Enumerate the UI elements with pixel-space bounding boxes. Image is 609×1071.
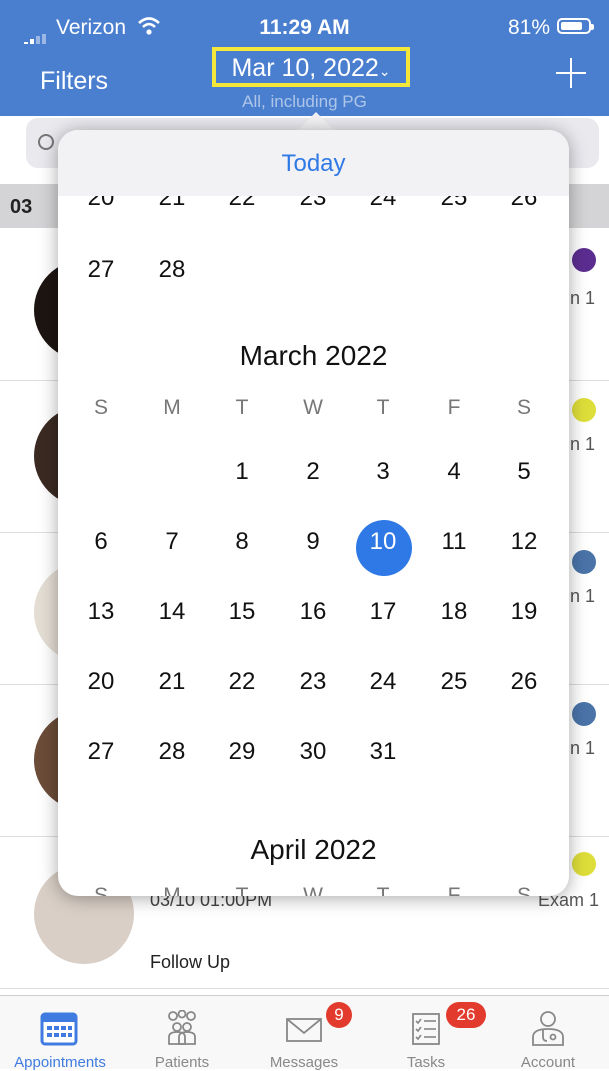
day-cell[interactable]: 12 [491, 528, 557, 556]
weekday-label: T [235, 884, 249, 896]
day-cell[interactable]: 22 [209, 668, 275, 696]
weekday-label: M [163, 396, 181, 419]
status-dot [572, 550, 596, 574]
month-title: March 2022 [239, 340, 388, 371]
day-cell[interactable]: 30 [280, 738, 346, 766]
calendar-icon [40, 1012, 78, 1046]
day-cell[interactable]: 4 [421, 458, 487, 486]
day-cell[interactable]: 25 [421, 668, 487, 696]
room-label: n 1 [570, 738, 596, 758]
weekday-label: S [516, 396, 531, 419]
day-cell[interactable]: 24 [350, 668, 416, 696]
month-title: April 2022 [250, 834, 377, 865]
day-cell[interactable]: 28 [139, 256, 205, 284]
weekday-label: T [376, 396, 390, 419]
weekday-label: S [93, 884, 108, 896]
day-cell[interactable]: 27 [68, 738, 134, 766]
tab-label: Appointments [14, 1054, 106, 1071]
weekday-label: F [447, 884, 461, 896]
appointment-type: Follow Up [150, 952, 231, 972]
day-cell[interactable]: 23 [280, 668, 346, 696]
battery-percent: 81% [508, 16, 551, 39]
day-cell[interactable]: 19 [491, 598, 557, 626]
day-cell[interactable]: 6 [68, 528, 134, 556]
tab-appointments[interactable]: Appointments [0, 996, 120, 1071]
weekday-label: T [235, 396, 249, 419]
day-cell[interactable]: 13 [68, 598, 134, 626]
day-cell[interactable]: 7 [139, 528, 205, 556]
tab-bar: Appointments Patients 9 Messages 26 Task… [0, 995, 609, 1071]
day-cell[interactable]: 8 [209, 528, 275, 556]
day-cell[interactable]: 20 [68, 668, 134, 696]
tab-patients[interactable]: Patients [122, 996, 242, 1071]
doctor-icon [532, 1011, 564, 1046]
tab-label: Tasks [406, 1054, 446, 1071]
tab-label: Messages [269, 1054, 339, 1071]
checklist-icon [412, 1013, 440, 1045]
weekday-label: W [303, 884, 323, 896]
status-dot [572, 702, 596, 726]
messages-badge: 9 [326, 1002, 352, 1028]
date-picker-button[interactable]: Mar 10, 2022⌄ [212, 47, 410, 87]
popover-arrow [298, 112, 334, 130]
weekday-label: S [516, 884, 531, 896]
tasks-badge: 26 [446, 1002, 486, 1028]
day-cell[interactable]: 10 [350, 528, 416, 556]
status-dot [572, 398, 596, 422]
battery-icon [557, 18, 594, 34]
section-label: 03 [10, 196, 33, 218]
date-label: Mar 10, 2022 [231, 54, 379, 82]
room-label: n 1 [570, 288, 596, 308]
day-cell[interactable]: 5 [491, 458, 557, 486]
weekday-label: M [163, 884, 181, 896]
day-cell[interactable]: 3 [350, 458, 416, 486]
day-cell[interactable]: 1 [209, 458, 275, 486]
day-cell[interactable]: 21 [139, 668, 205, 696]
weekday-label: T [376, 884, 390, 896]
weekday-label: S [93, 396, 108, 419]
patients-icon [168, 1010, 196, 1045]
chevron-down-icon: ⌄ [378, 63, 391, 79]
day-cell[interactable]: 17 [350, 598, 416, 626]
day-cell[interactable]: 26 [491, 668, 557, 696]
add-icon[interactable] [554, 56, 588, 90]
room-label: n 1 [570, 434, 596, 454]
day-cell[interactable]: 16 [280, 598, 346, 626]
status-bar: Verizon 11:29 AM 81% [0, 0, 609, 47]
tab-label: Account [520, 1054, 576, 1071]
filter-subtitle: All, including PG [242, 92, 367, 111]
today-button[interactable]: Today [58, 150, 569, 178]
search-icon [38, 134, 54, 150]
today-bar: Today [58, 130, 569, 196]
tab-messages[interactable]: 9 Messages [244, 996, 364, 1071]
day-cell[interactable]: 15 [209, 598, 275, 626]
weekday-label: W [303, 396, 323, 419]
day-cell[interactable]: 28 [139, 738, 205, 766]
day-cell[interactable]: 31 [350, 738, 416, 766]
day-cell[interactable]: 14 [139, 598, 205, 626]
day-cell[interactable]: 27 [68, 256, 134, 284]
envelope-icon [286, 1018, 322, 1042]
tab-label: Patients [154, 1054, 210, 1071]
status-dot [572, 852, 596, 876]
day-cell[interactable]: 11 [421, 528, 487, 556]
day-cell[interactable]: 18 [421, 598, 487, 626]
day-cell[interactable]: 2 [280, 458, 346, 486]
nav-bar: Filters Mar 10, 2022⌄ All, including PG [0, 44, 609, 116]
status-dot [572, 248, 596, 272]
day-cell[interactable]: 29 [209, 738, 275, 766]
tab-account[interactable]: Account [488, 996, 608, 1071]
date-picker-popover: Today 20 21 22 23 24 25 26 27 28 March 2… [58, 130, 569, 896]
tab-tasks[interactable]: 26 Tasks [366, 996, 486, 1071]
day-cell[interactable]: 9 [280, 528, 346, 556]
room-label: n 1 [570, 586, 596, 606]
weekday-label: F [447, 396, 461, 419]
